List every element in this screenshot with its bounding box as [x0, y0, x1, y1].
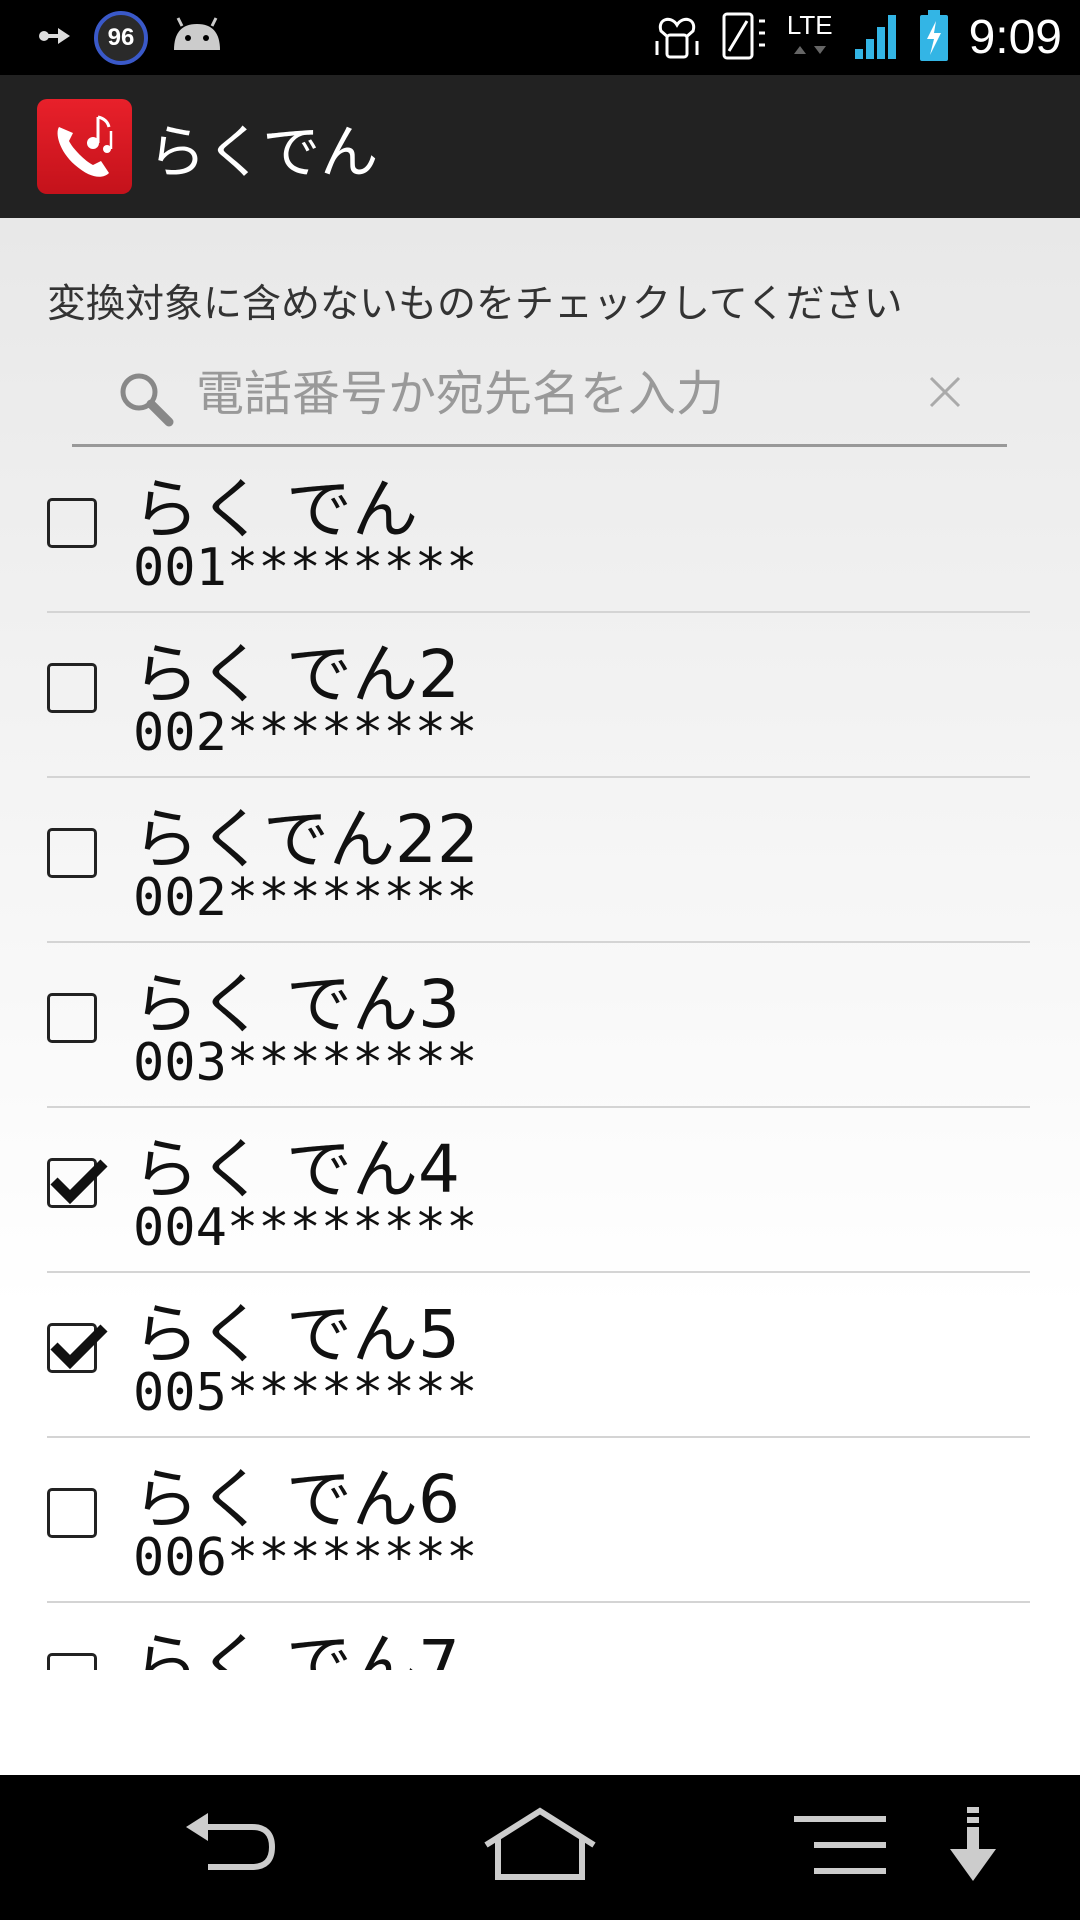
contact-phone: 005******** — [133, 1363, 478, 1423]
checkmark-icon — [50, 1324, 108, 1370]
list-item[interactable]: らく でん7007******** — [0, 1603, 1080, 1670]
action-bar: らくでん — [0, 75, 1080, 218]
exclude-checkbox[interactable] — [47, 993, 97, 1043]
clear-icon[interactable] — [927, 368, 963, 418]
exclude-checkbox[interactable] — [47, 1653, 97, 1670]
home-icon[interactable] — [480, 1805, 600, 1889]
contact-phone: 001******** — [133, 538, 478, 598]
exclude-checkbox[interactable] — [47, 1323, 108, 1373]
clock: 9:09 — [968, 11, 1062, 64]
list-item[interactable]: らく でん2 002******** — [0, 613, 1080, 778]
menu-icon[interactable] — [790, 1805, 890, 1889]
contact-phone: 002******** — [133, 703, 478, 763]
exclude-checkbox[interactable] — [47, 1488, 97, 1538]
exclude-checkbox[interactable] — [47, 828, 97, 878]
signal-icon — [853, 11, 899, 65]
instruction-text: 変換対象に含めないものをチェックしてください — [47, 282, 903, 327]
battery-charging-icon — [919, 9, 949, 67]
search-icon — [117, 370, 175, 432]
vibrate-icon — [653, 11, 701, 65]
contact-phone: 004******** — [133, 1198, 478, 1258]
exclude-checkbox[interactable] — [47, 1158, 108, 1208]
list-item[interactable]: らく でん 001******** — [0, 448, 1080, 613]
android-icon — [170, 16, 224, 60]
notification-count-icon: 96 — [94, 10, 148, 65]
content-area: 変換対象に含めないものをチェックしてください らく でん001********ら… — [0, 218, 1080, 1775]
navigation-bar — [0, 1775, 1080, 1920]
phone-music-icon — [37, 99, 132, 194]
list-item[interactable]: らく でん4 004******** — [0, 1108, 1080, 1273]
search-input[interactable] — [194, 358, 848, 430]
sim-icon — [721, 11, 767, 65]
download-icon[interactable] — [948, 1805, 998, 1889]
contact-name: らく でん7 — [133, 1626, 460, 1670]
lte-icon: LTE — [787, 12, 833, 56]
exclude-checkbox[interactable] — [47, 663, 97, 713]
list-item[interactable]: らく でん3 003******** — [0, 943, 1080, 1108]
search-box[interactable] — [72, 348, 1007, 447]
list-item[interactable]: らくでん22 002******** — [0, 778, 1080, 943]
contact-phone: 006******** — [133, 1528, 478, 1588]
list-item[interactable]: らく でん5 005******** — [0, 1273, 1080, 1438]
checkmark-icon — [50, 1159, 108, 1205]
status-bar: 96 LTE 9:09 — [0, 0, 1080, 75]
arrow-icon — [36, 24, 72, 52]
contact-list[interactable]: らく でん 001******** らく でん2 002******** らくでん22 0… — [0, 448, 1080, 1670]
lte-label: LTE — [786, 9, 833, 40]
contact-phone: 002******** — [133, 868, 478, 928]
exclude-checkbox[interactable] — [47, 498, 97, 548]
status-bar-right: LTE 9:09 — [653, 0, 1062, 75]
status-bar-left: 96 — [36, 0, 224, 75]
app-title: らくでん — [148, 118, 379, 186]
back-icon[interactable] — [180, 1805, 280, 1889]
contact-phone: 003******** — [133, 1033, 478, 1093]
list-item[interactable]: らく でん6 006******** — [0, 1438, 1080, 1603]
